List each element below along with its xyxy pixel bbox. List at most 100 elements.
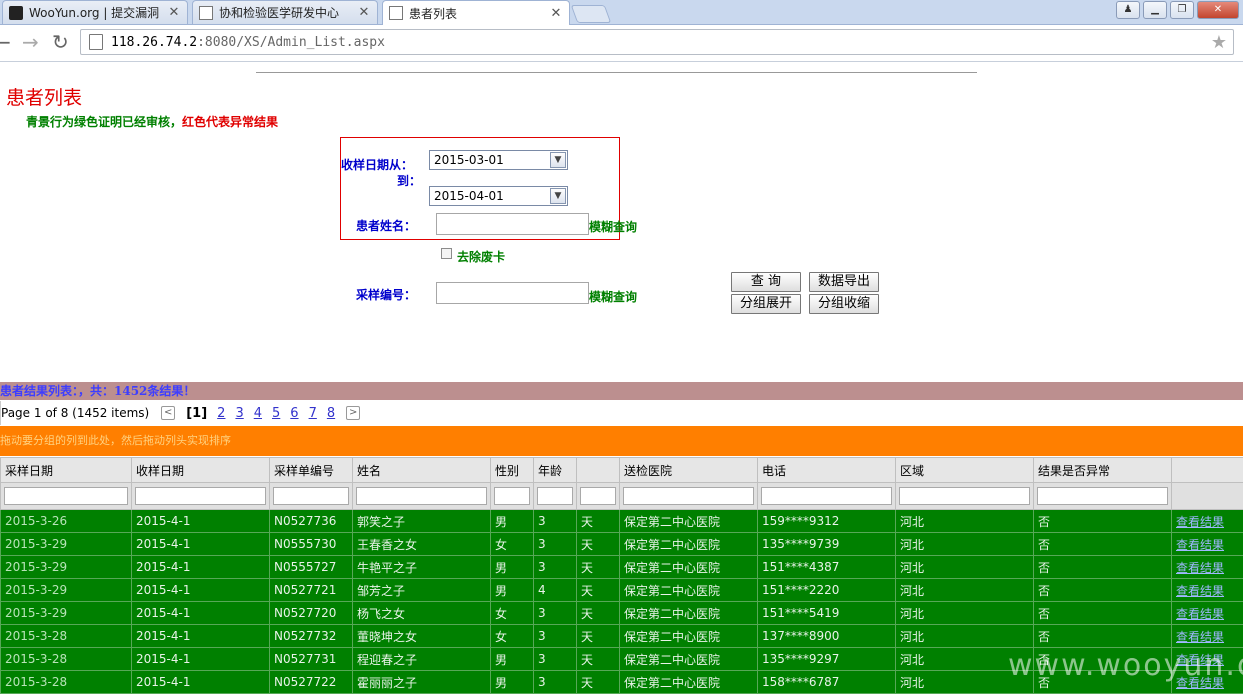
column-filter-input[interactable] [623, 487, 754, 505]
table-cell: 男 [490, 670, 534, 694]
table-cell: 否 [1033, 509, 1172, 533]
address-bar[interactable]: 118.26.74.2:8080/XS/Admin_List.aspx ★ [80, 29, 1234, 55]
table-cell: N0555727 [269, 555, 353, 579]
remove-void-checkbox[interactable] [441, 248, 452, 259]
table-cell: 查看结果 [1171, 555, 1243, 579]
table-cell: 否 [1033, 555, 1172, 579]
column-filter-input[interactable] [356, 487, 487, 505]
chevron-down-icon[interactable]: ▼ [550, 152, 566, 168]
page-link[interactable]: 7 [309, 406, 317, 421]
column-header[interactable]: 送检医院 [619, 457, 758, 483]
patient-name-label: 患者姓名： [356, 219, 417, 233]
collapse-groups-button[interactable]: 分组收缩 [809, 294, 879, 314]
page-link[interactable]: 3 [235, 406, 243, 421]
pager-info: Page 1 of 8 (1452 items) [1, 406, 150, 420]
date-from-select[interactable]: 2015-03-01 ▼ [429, 150, 568, 170]
table-cell: 135****9297 [757, 647, 896, 671]
column-header[interactable] [1171, 457, 1243, 483]
column-header[interactable]: 性别 [490, 457, 534, 483]
column-filter-input[interactable] [1037, 487, 1168, 505]
minimize-icon[interactable]: ▁ [1143, 1, 1167, 19]
column-header[interactable]: 结果是否异常 [1033, 457, 1172, 483]
column-header[interactable]: 电话 [757, 457, 896, 483]
restore-icon[interactable]: ❐ [1170, 1, 1194, 19]
view-result-link[interactable]: 查看结果 [1176, 630, 1224, 644]
patient-name-input[interactable] [436, 213, 589, 235]
column-filter-input[interactable] [580, 487, 616, 505]
view-result-link[interactable]: 查看结果 [1176, 584, 1224, 598]
column-header[interactable] [576, 457, 620, 483]
table-cell: 天 [576, 532, 620, 556]
table-cell: 2015-3-29 [0, 555, 132, 579]
table-cell: 151****4387 [757, 555, 896, 579]
table-cell: 151****2220 [757, 578, 896, 602]
prev-page-icon[interactable]: < [161, 406, 176, 420]
page-link[interactable]: 8 [327, 406, 335, 421]
reload-icon[interactable]: ↻ [52, 31, 69, 53]
table-cell: N0527722 [269, 670, 353, 694]
tab-title: 患者列表 [409, 6, 458, 21]
chevron-down-icon[interactable]: ▼ [550, 188, 566, 204]
next-page-icon[interactable]: > [346, 406, 361, 420]
table-cell: N0527731 [269, 647, 353, 671]
tab-wooyun[interactable]: WooYun.org | 提交漏洞 ✕ [2, 0, 188, 24]
table-cell: 2015-3-28 [0, 624, 132, 648]
table-cell: 4 [533, 578, 577, 602]
table-cell: N0555730 [269, 532, 353, 556]
forward-arrow-icon[interactable]: → [22, 31, 39, 53]
tab-title: 协和检验医学研发中心 [219, 6, 340, 20]
page-link[interactable]: 5 [272, 406, 280, 421]
export-button[interactable]: 数据导出 [809, 272, 879, 292]
table-cell: 查看结果 [1171, 532, 1243, 556]
tab-pumch[interactable]: 协和检验医学研发中心 ✕ [192, 0, 378, 24]
group-panel[interactable]: 拖动要分组的列到此处，然后拖动列头实现排序 [0, 426, 1243, 456]
page-link[interactable]: 4 [254, 406, 262, 421]
close-window-icon[interactable]: ✕ [1197, 1, 1239, 19]
table-cell: 董晓坤之女 [352, 624, 491, 648]
table-cell: 天 [576, 578, 620, 602]
column-filter-input[interactable] [761, 487, 892, 505]
column-header[interactable]: 采样日期 [0, 457, 132, 483]
query-button[interactable]: 查 询 [731, 272, 801, 292]
table-cell: 2015-4-1 [131, 601, 270, 625]
view-result-link[interactable]: 查看结果 [1176, 607, 1224, 621]
view-result-link[interactable]: 查看结果 [1176, 515, 1224, 529]
filter-cell [533, 482, 577, 510]
date-to-select[interactable]: 2015-04-01 ▼ [429, 186, 568, 206]
grid-filter-row [0, 482, 1243, 510]
column-header[interactable]: 姓名 [352, 457, 491, 483]
view-result-link[interactable]: 查看结果 [1176, 538, 1224, 552]
table-cell: 河北 [895, 578, 1034, 602]
column-header[interactable]: 收样日期 [131, 457, 270, 483]
column-header[interactable]: 年龄 [533, 457, 577, 483]
page-link[interactable]: 2 [217, 406, 225, 421]
bookmark-star-icon[interactable]: ★ [1211, 32, 1227, 53]
close-icon[interactable]: ✕ [549, 6, 563, 21]
column-header[interactable]: 区域 [895, 457, 1034, 483]
sample-no-input[interactable] [436, 282, 589, 304]
column-filter-input[interactable] [494, 487, 530, 505]
new-tab-button[interactable] [570, 5, 612, 23]
tab-patient-list[interactable]: 患者列表 ✕ [382, 0, 570, 25]
table-cell: 郭笑之子 [352, 509, 491, 533]
column-filter-input[interactable] [135, 487, 266, 505]
user-icon[interactable]: ♟ [1116, 1, 1140, 19]
column-header[interactable]: 采样单编号 [269, 457, 353, 483]
close-icon[interactable]: ✕ [357, 5, 371, 20]
filter-cell [1171, 482, 1243, 510]
table-cell: 2015-4-1 [131, 624, 270, 648]
back-arrow-icon[interactable]: ← [0, 31, 11, 53]
table-cell: 135****9739 [757, 532, 896, 556]
close-icon[interactable]: ✕ [167, 5, 181, 20]
table-cell: 2015-3-28 [0, 670, 132, 694]
column-filter-input[interactable] [899, 487, 1030, 505]
column-filter-input[interactable] [537, 487, 573, 505]
view-result-link[interactable]: 查看结果 [1176, 561, 1224, 575]
page-link[interactable]: 6 [290, 406, 298, 421]
expand-groups-button[interactable]: 分组展开 [731, 294, 801, 314]
column-filter-input[interactable] [4, 487, 128, 505]
table-cell: 否 [1033, 532, 1172, 556]
table-cell: N0527720 [269, 601, 353, 625]
column-filter-input[interactable] [273, 487, 349, 505]
date-from-label: 收样日期从： [341, 158, 414, 172]
